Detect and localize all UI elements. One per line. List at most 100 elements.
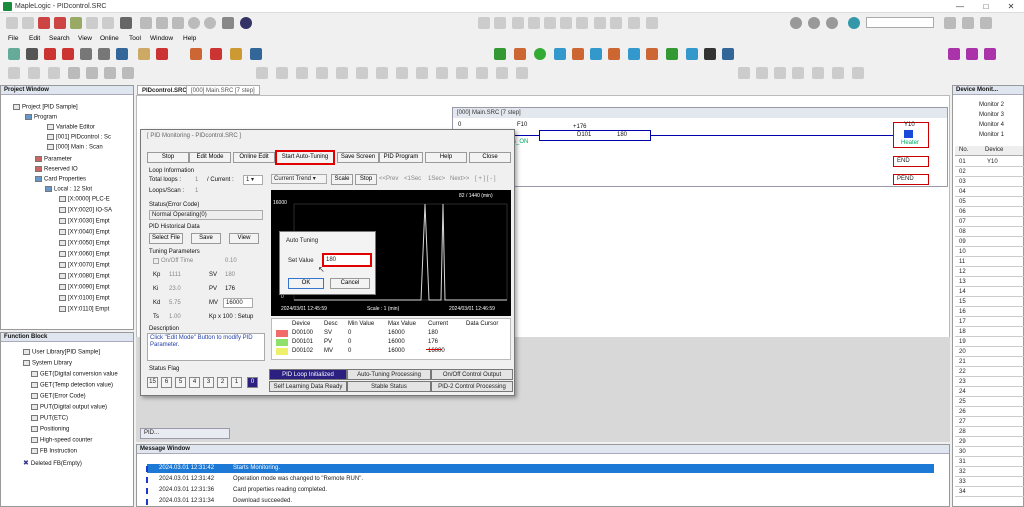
force-icon[interactable]	[572, 48, 584, 60]
disc2-icon[interactable]	[204, 17, 216, 29]
monitor-row[interactable]: 27	[955, 417, 1024, 427]
find-icon[interactable]	[560, 17, 572, 29]
scale-button[interactable]: Scale	[331, 174, 353, 185]
view-button[interactable]: View	[229, 233, 259, 244]
menu-help[interactable]: Help	[183, 35, 196, 42]
layout2-icon[interactable]	[966, 48, 978, 60]
prev-button[interactable]: <<Prev	[379, 176, 398, 182]
monitor-row[interactable]: 13	[955, 277, 1024, 287]
minimized-window[interactable]: PID...	[140, 428, 230, 439]
tree-item[interactable]: [XY:0060] Empt	[59, 251, 110, 258]
monitor-row[interactable]: 18	[955, 327, 1024, 337]
monitor-row[interactable]: 33	[955, 477, 1024, 487]
current-loop-select[interactable]: 1 ▾	[243, 175, 263, 185]
coil-icon[interactable]	[296, 67, 308, 79]
tree-item[interactable]: [XY:0020] IO-SA	[59, 207, 112, 214]
online-edit-button[interactable]: Online Edit	[233, 152, 275, 163]
cancel-button[interactable]: Cancel	[330, 278, 370, 289]
hline-icon[interactable]	[316, 67, 328, 79]
data-icon[interactable]	[554, 48, 566, 60]
stop-mode-icon[interactable]	[156, 48, 168, 60]
window2-icon[interactable]	[962, 17, 974, 29]
edit-mode-button[interactable]: Edit Mode	[189, 152, 231, 163]
tree-item[interactable]: GET(Temp detection value)	[31, 382, 113, 389]
stop-button[interactable]: Stop	[147, 152, 189, 163]
zoom-select[interactable]	[866, 17, 934, 28]
rise-icon[interactable]	[376, 67, 388, 79]
trend-stop-button[interactable]: Stop	[355, 174, 377, 185]
scan-icon[interactable]	[686, 48, 698, 60]
menu-edit[interactable]: Edit	[29, 35, 40, 42]
tree-item[interactable]: High-speed counter	[31, 437, 92, 444]
monitor-row[interactable]: 26	[955, 407, 1024, 417]
message-row[interactable]: 2024.03.01 12:31:34 Download succeeded.	[147, 497, 934, 506]
search-icon[interactable]	[8, 67, 20, 79]
system-icon[interactable]	[250, 48, 262, 60]
block-view-icon[interactable]	[104, 67, 116, 79]
undo-icon[interactable]	[478, 17, 490, 29]
grid-icon[interactable]	[120, 17, 132, 29]
play-icon[interactable]	[738, 67, 750, 79]
save-button[interactable]: Save	[191, 233, 221, 244]
tree-item[interactable]: [XY:0030] Empt	[59, 218, 110, 225]
new-file-icon[interactable]	[6, 17, 18, 29]
save-icon[interactable]	[38, 17, 50, 29]
monitor-row[interactable]: 12	[955, 267, 1024, 277]
monitor-row[interactable]: 32	[955, 467, 1024, 477]
scissors2-icon[interactable]	[832, 67, 844, 79]
tree-item[interactable]: [XY:0040] Empt	[59, 229, 110, 236]
tree-item[interactable]: User Library[PID Sample]	[23, 349, 100, 356]
zoom-fit-icon[interactable]	[826, 17, 838, 29]
bookmark-icon[interactable]	[610, 17, 622, 29]
copy-icon[interactable]	[528, 17, 540, 29]
vline-icon[interactable]	[336, 67, 348, 79]
tab-pidcontrol[interactable]: PIDcontrol.SRC	[137, 85, 192, 95]
monitor-row[interactable]: 06	[955, 207, 1024, 217]
menu-online[interactable]: Online	[100, 35, 119, 42]
set-value-input[interactable]: 180	[322, 253, 372, 267]
not-icon[interactable]	[416, 67, 428, 79]
redo-icon[interactable]	[494, 17, 506, 29]
tree-item[interactable]: GET(Error Code)	[31, 393, 86, 400]
menu-view[interactable]: View	[78, 35, 92, 42]
message-row[interactable]: 2024.03.01 12:31:42 Starts Monitoring.	[147, 464, 934, 473]
comment-line-icon[interactable]	[516, 67, 528, 79]
tree-item[interactable]: FB Instruction	[31, 448, 77, 455]
monitor-row[interactable]: 17	[955, 317, 1024, 327]
cut-icon[interactable]	[512, 17, 524, 29]
tree-item[interactable]: [XY:0070] Empt	[59, 262, 110, 269]
monitor-row[interactable]: 24	[955, 387, 1024, 397]
minimize-button[interactable]: —	[950, 2, 970, 11]
close-window-button[interactable]: ✕	[1001, 2, 1021, 11]
tree-item[interactable]: [XY:0110] Empt	[59, 306, 109, 313]
run-mode-icon[interactable]	[138, 48, 150, 60]
tree-item[interactable]: Parameter	[35, 156, 72, 163]
compile-icon[interactable]	[140, 17, 152, 29]
monitor-row[interactable]: 03	[955, 177, 1024, 187]
replace-icon[interactable]	[576, 17, 588, 29]
monitor-row[interactable]: 15	[955, 297, 1024, 307]
monitor-tab[interactable]: Monitor 3	[979, 112, 1004, 118]
monitor-row[interactable]: 02	[955, 167, 1024, 177]
tree-item[interactable]: PUT(ETC)	[31, 415, 68, 422]
compile-all-icon[interactable]	[156, 17, 168, 29]
tree-item[interactable]: Variable Editor	[47, 124, 95, 131]
wrench-icon[interactable]	[722, 48, 734, 60]
table-icon[interactable]	[590, 48, 602, 60]
search2-icon[interactable]	[28, 67, 40, 79]
monitor-row[interactable]: 14	[955, 287, 1024, 297]
monitor-tab[interactable]: Monitor 1	[979, 132, 1004, 138]
func-icon[interactable]	[356, 67, 368, 79]
tree-item[interactable]: Reserved IO	[35, 166, 78, 173]
comment-icon[interactable]	[594, 17, 606, 29]
tree-item[interactable]: [XY:0090] Empt	[59, 284, 110, 291]
monitor-row[interactable]: 04	[955, 187, 1024, 197]
monitor-row[interactable]: 01 Y10	[955, 157, 1024, 167]
tree-item[interactable]: ✖ Deleted FB(Empty)	[23, 459, 82, 467]
chart-icon[interactable]	[608, 48, 620, 60]
onoff-checkbox[interactable]	[153, 258, 159, 264]
monitor-row[interactable]: 28	[955, 427, 1024, 437]
next-button[interactable]: Next>>	[450, 176, 469, 182]
start-auto-tuning-button[interactable]: Start Auto-Tuning	[275, 150, 335, 165]
monitor-row[interactable]: 21	[955, 357, 1024, 367]
